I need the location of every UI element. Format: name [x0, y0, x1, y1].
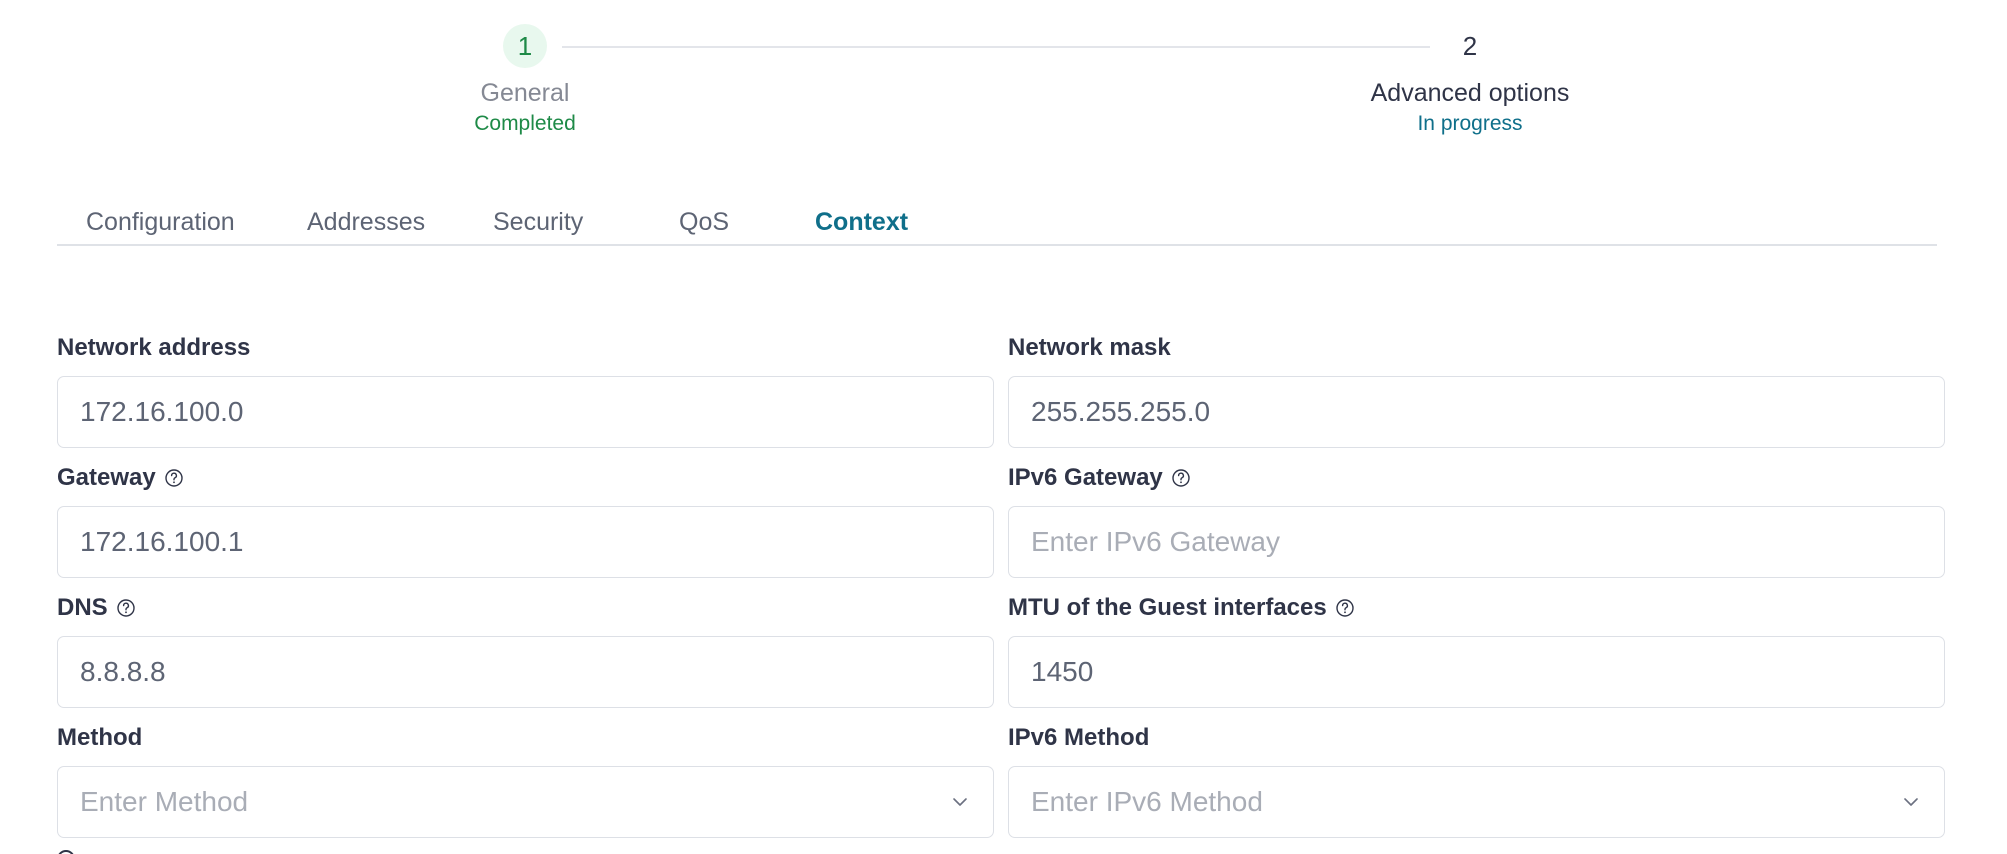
help-circle-icon[interactable]	[1171, 468, 1191, 488]
mtu-box	[1008, 636, 1945, 708]
tab-bar: Configuration Addresses Security QoS Con…	[57, 200, 1937, 246]
ipv6-gateway-field: IPv6 Gateway	[1008, 463, 1945, 578]
method-select[interactable]: Enter Method	[57, 766, 994, 838]
step-title: Advanced options	[1370, 79, 1570, 107]
gateway-label-text: Gateway	[57, 464, 156, 491]
tab-qos[interactable]: QoS	[679, 200, 729, 244]
network-mask-box	[1008, 376, 1945, 448]
dns-box	[57, 636, 994, 708]
dns-input[interactable]	[58, 637, 993, 707]
ipv6-method-select-placeholder: Enter IPv6 Method	[1031, 786, 1263, 817]
network-mask-field: Network mask	[1008, 333, 1945, 448]
step-number: 2	[1462, 30, 1478, 61]
step-status: Completed	[474, 112, 576, 135]
tab-context[interactable]: Context	[815, 200, 908, 244]
step-status: In progress	[1417, 112, 1523, 135]
chevron-down-icon[interactable]	[949, 791, 971, 813]
step-title: General	[480, 79, 570, 107]
network-mask-label-text: Network mask	[1008, 334, 1171, 361]
dns-field: DNS	[57, 593, 994, 708]
help-circle-icon[interactable]	[1335, 598, 1355, 618]
ipv6-gateway-box	[1008, 506, 1945, 578]
help-circle-icon[interactable]	[116, 598, 136, 618]
network-mask-label: Network mask	[1008, 333, 1945, 363]
network-address-field: Network address	[57, 333, 994, 448]
partially-visible-radio[interactable]	[57, 850, 75, 854]
stepper-connector	[562, 46, 1430, 48]
mtu-input[interactable]	[1009, 637, 1944, 707]
method-field: Method Enter Method	[57, 723, 994, 838]
step-advanced-options[interactable]: 2 Advanced options In progress	[1330, 24, 1610, 136]
ipv6-method-label-text: IPv6 Method	[1008, 724, 1150, 751]
gateway-input[interactable]	[58, 507, 993, 577]
ipv6-method-select[interactable]: Enter IPv6 Method	[1008, 766, 1945, 838]
stepper: 1 General Completed 2 Advanced options I…	[0, 0, 2007, 150]
tab-addresses[interactable]: Addresses	[307, 200, 425, 244]
ipv6-method-field: IPv6 Method Enter IPv6 Method	[1008, 723, 1945, 838]
dns-label: DNS	[57, 593, 994, 623]
step-number: 1	[503, 24, 547, 68]
mtu-label-text: MTU of the Guest interfaces	[1008, 594, 1327, 621]
ipv6-gateway-input[interactable]	[1009, 507, 1944, 577]
ipv6-gateway-label: IPv6 Gateway	[1008, 463, 1945, 493]
method-label-text: Method	[57, 724, 143, 751]
network-address-label-text: Network address	[57, 334, 251, 361]
step-general[interactable]: 1 General Completed	[425, 24, 625, 136]
gateway-box	[57, 506, 994, 578]
network-address-box	[57, 376, 994, 448]
network-mask-input[interactable]	[1009, 377, 1944, 447]
method-label: Method	[57, 723, 994, 753]
tab-configuration[interactable]: Configuration	[86, 200, 235, 244]
gateway-field: Gateway	[57, 463, 994, 578]
network-address-input[interactable]	[58, 377, 993, 447]
network-address-label: Network address	[57, 333, 994, 363]
method-select-placeholder: Enter Method	[80, 786, 249, 817]
ipv6-method-label: IPv6 Method	[1008, 723, 1945, 753]
gateway-label: Gateway	[57, 463, 994, 493]
chevron-down-icon[interactable]	[1900, 791, 1922, 813]
mtu-field: MTU of the Guest interfaces	[1008, 593, 1945, 708]
help-circle-icon[interactable]	[164, 468, 184, 488]
mtu-label: MTU of the Guest interfaces	[1008, 593, 1945, 623]
ipv6-gateway-label-text: IPv6 Gateway	[1008, 464, 1163, 491]
dns-label-text: DNS	[57, 594, 108, 621]
tab-security[interactable]: Security	[493, 200, 583, 244]
page: 1 General Completed 2 Advanced options I…	[0, 0, 2007, 854]
